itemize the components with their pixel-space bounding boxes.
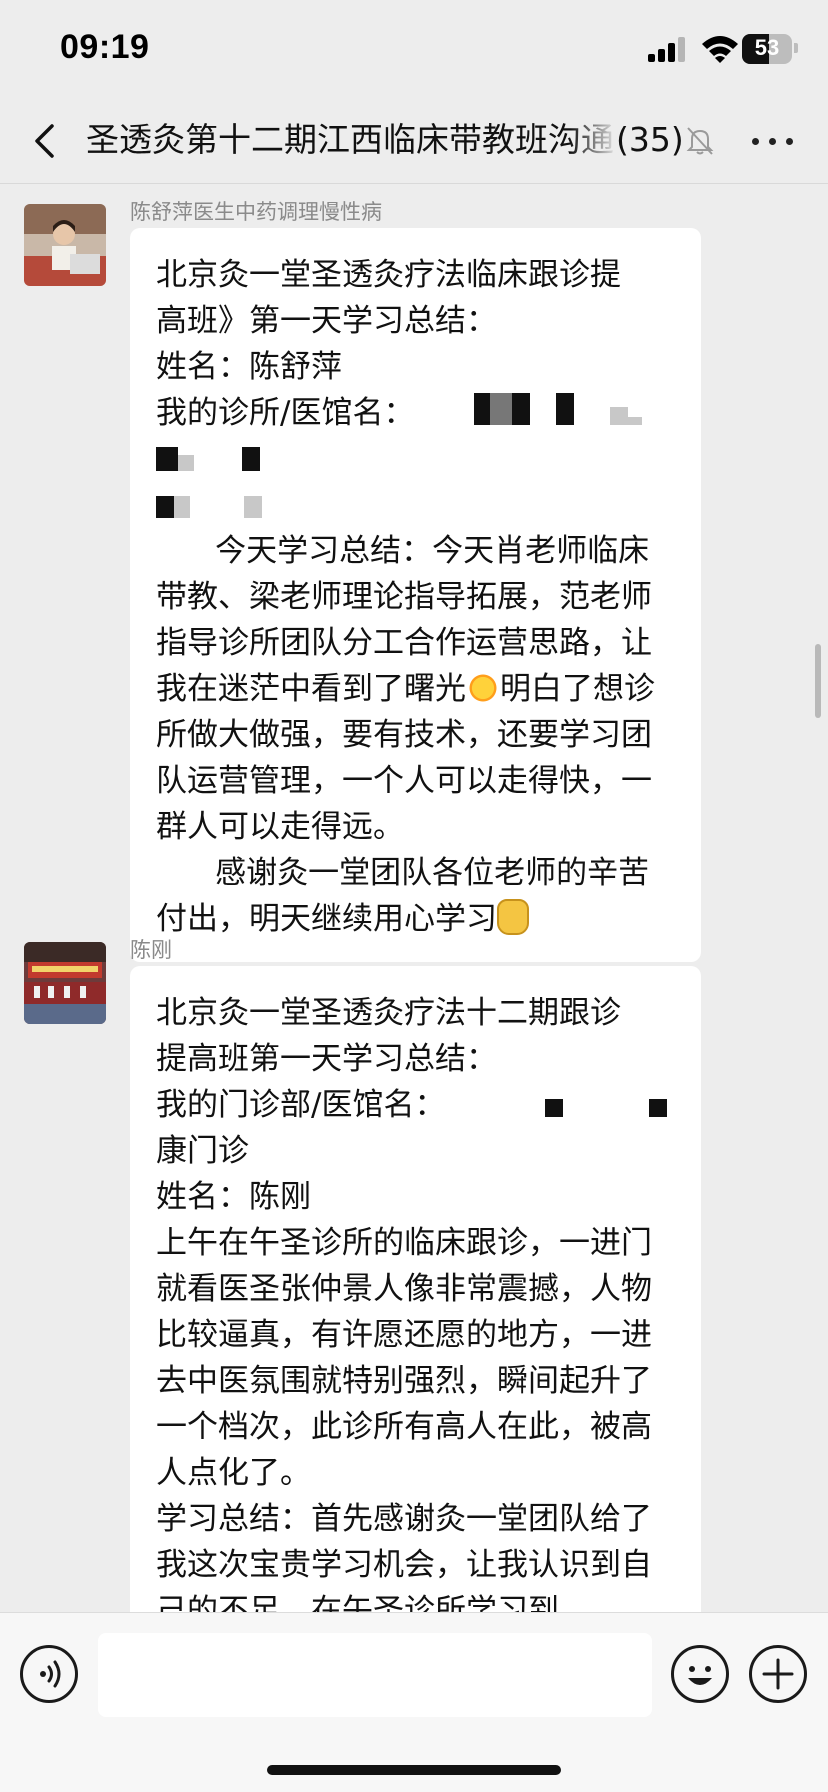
signal-icon [648,36,690,62]
redacted-pixels [156,438,260,484]
message-input[interactable] [98,1633,652,1717]
voice-icon[interactable] [20,1645,78,1703]
status-icons: 53 [648,32,798,68]
redacted-pixels [545,1084,668,1130]
sender-name: 陈舒萍医生中药调理慢性病 [130,201,382,224]
message-line: 高班》第一天学习总结： [156,303,497,339]
message-bubble[interactable]: 北京灸一堂圣透灸疗法临床跟诊提 高班》第一天学习总结： 姓名：陈舒萍 我的诊所/… [130,228,701,962]
avatar[interactable] [24,204,106,286]
battery-icon: 53 [742,34,792,64]
message-text: 感谢灸一堂团队各位老师的辛苦付出，明天继续用心学习 [156,855,650,937]
plus-icon[interactable] [749,1645,807,1703]
message-bubble[interactable]: 北京灸一堂圣透灸疗法十二期跟诊 提高班第一天学习总结： 我的门诊部/医馆名： 康… [130,966,701,1666]
avatar[interactable] [24,942,106,1024]
redacted-pixels [474,392,643,438]
message-line: 北京灸一堂圣透灸疗法临床跟诊提 [156,257,621,293]
message-line: 提高班第一天学习总结： [156,1041,497,1077]
status-time: 09:19 [60,28,150,66]
battery-level: 53 [754,35,780,60]
more-button[interactable] [748,124,798,160]
scroll-indicator[interactable] [815,644,821,718]
message-line: 姓名：陈刚 [156,1179,311,1215]
chat-header: 圣透灸第十二期江西临床带教班沟通 (35) [0,100,828,184]
redacted-pixels [156,485,262,531]
smiley-icon[interactable] [671,1645,729,1703]
chat-title[interactable]: 圣透灸第十二期江西临床带教班沟通 [86,116,616,164]
member-count: (35) [616,120,684,159]
message-line: 我的诊所/医馆名： [156,395,415,431]
message-line: 北京灸一堂圣透灸疗法十二期跟诊 [156,995,621,1031]
chevron-left-icon[interactable] [22,118,68,164]
sun-emoji-icon [466,671,500,705]
bell-slash-icon [686,127,714,155]
message-line: 我的门诊部/医馆名： [156,1087,446,1123]
sender-name: 陈刚 [130,939,172,962]
message-line: 姓名：陈舒萍 [156,349,342,385]
message-text: 上午在午圣诊所的临床跟诊，一进门就看医圣张仲景人像非常震撼，人物比较逼真，有许愿… [156,1225,652,1491]
status-bar: 09:19 53 [0,0,828,100]
home-indicator[interactable] [267,1765,561,1775]
title-fade [570,116,618,164]
header-divider [0,183,828,184]
battery-cap [794,43,798,53]
message-line: 康门诊 [156,1133,249,1169]
fist-emoji-icon [497,899,529,935]
input-bar [0,1612,828,1792]
wifi-icon [702,36,738,63]
